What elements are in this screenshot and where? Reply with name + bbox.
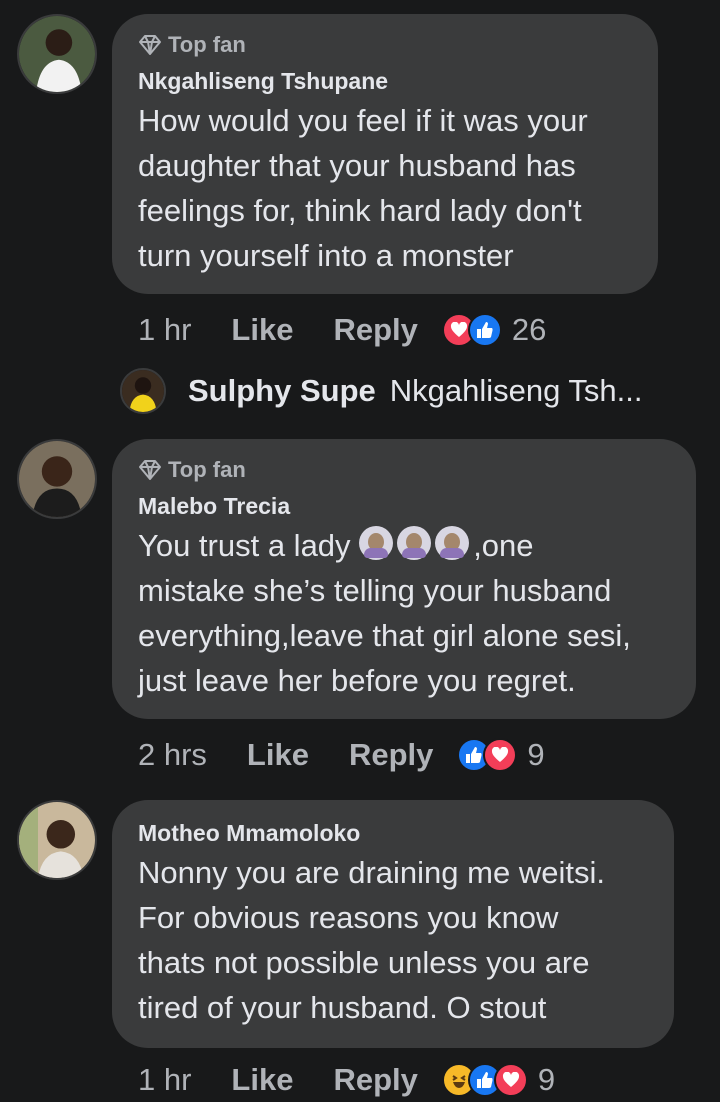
comment-line: everything,leave that girl alone sesi, [138,618,631,653]
badge-label: Top fan [168,32,246,57]
comment-author[interactable]: Nkgahliseng Tshupane [138,68,388,95]
reaction-count: 26 [511,312,547,347]
comment-line: turn yourself into a monster [138,238,514,273]
like-button[interactable]: Like [247,737,309,773]
like-icon [467,313,502,347]
comment-line: daughter that your husband has [138,148,576,183]
comment-text: Nonny you are draining me weitsi. For ob… [138,850,605,1030]
reply-preview[interactable]: Sulphy Supe Nkgahliseng Tsh... [120,366,643,416]
like-button[interactable]: Like [231,312,293,348]
comment-line: How would you feel if it was your [138,103,588,138]
comment-line: For obvious reasons you know [138,900,559,935]
comment-time[interactable]: 1 hr [138,312,191,348]
comment-author[interactable]: Motheo Mmamoloko [138,820,360,847]
comment-author[interactable]: Malebo Trecia [138,493,290,520]
reply-button[interactable]: Reply [349,737,433,773]
diamond-icon [139,460,161,480]
avatar[interactable] [120,368,166,414]
comment-time[interactable]: 1 hr [138,1062,191,1098]
reaction-summary[interactable]: 9 [441,1062,556,1098]
comment-line-text: ,one [473,528,534,563]
reply-author[interactable]: Sulphy Supe [188,373,376,409]
comment-line: You trust a lady ,one [138,523,631,568]
comment-line: tired of your husband. O stout [138,990,547,1025]
like-button[interactable]: Like [231,1062,293,1098]
comment-actions: 2 hrs Like Reply 9 [138,733,545,777]
reaction-count: 9 [537,1062,556,1097]
woman-gesturing-ok-emoji-icon [397,526,432,560]
badge-label: Top fan [168,457,246,482]
reaction-summary[interactable]: 26 [441,312,547,348]
woman-gesturing-ok-emoji-icon [435,526,470,560]
comment-time[interactable]: 2 hrs [138,737,207,773]
avatar[interactable] [17,439,97,519]
comment-actions: 1 hr Like Reply 26 [138,308,546,352]
comment-actions: 1 hr Like Reply 9 [138,1058,555,1102]
avatar[interactable] [17,800,97,880]
comment-line: Nonny you are draining me weitsi. [138,855,605,890]
comment-text: How would you feel if it was your daught… [138,98,588,278]
top-fan-badge: Top fan [138,32,246,58]
diamond-icon [139,35,161,55]
reply-button[interactable]: Reply [333,312,417,348]
reaction-summary[interactable]: 9 [457,737,545,773]
reply-button[interactable]: Reply [333,1062,417,1098]
avatar[interactable] [17,14,97,94]
comment-text: You trust a lady ,one mistake she’s tell… [138,523,631,703]
comment-line: just leave her before you regret. [138,663,576,698]
comment-line: thats not possible unless you are [138,945,590,980]
top-fan-badge: Top fan [138,457,246,483]
love-icon [483,738,518,772]
reply-snippet: Nkgahliseng Tsh... [389,373,643,408]
love-icon [493,1063,528,1097]
comment-line: mistake she’s telling your husband [138,573,612,608]
comment-line: feelings for, think hard lady don't [138,193,582,228]
comment-line-text: You trust a lady [138,528,351,563]
reaction-count: 9 [527,737,545,772]
woman-gesturing-ok-emoji-icon [359,526,394,560]
